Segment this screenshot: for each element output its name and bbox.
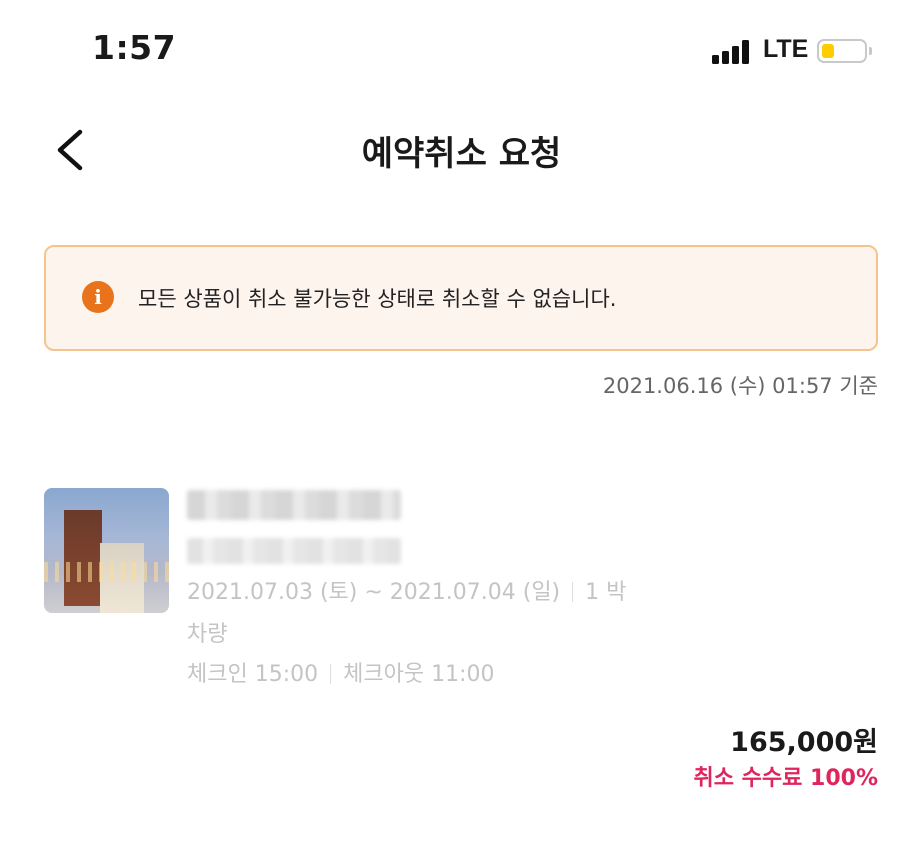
stay-dates: 2021.07.03 (토) ~ 2021.07.04 (일) — [187, 580, 561, 605]
page-title: 예약취소 요청 — [361, 134, 562, 174]
hotel-thumbnail — [44, 488, 169, 613]
cancellation-fee: 취소 수수료 100% — [693, 766, 879, 791]
info-icon: i — [82, 281, 114, 313]
checkout-time: 체크아웃 11:00 — [343, 662, 495, 687]
status-time: 1:57 — [92, 28, 177, 67]
network-label: LTE — [763, 35, 809, 63]
notice-message: 모든 상품이 취소 불가능한 상태로 취소할 수 없습니다. — [138, 287, 617, 311]
check-times-row: 체크인 15:00 체크아웃 11:00 — [187, 656, 494, 688]
signal-icon — [712, 40, 752, 64]
reference-timestamp: 2021.06.16 (수) 01:57 기준 — [602, 374, 878, 398]
stay-nights: 1 박 — [585, 580, 627, 605]
blurred-room-name — [187, 538, 401, 564]
divider — [572, 582, 574, 602]
stay-dates-row: 2021.07.03 (토) ~ 2021.07.04 (일) 1 박 — [187, 574, 626, 606]
checkin-time: 체크인 15:00 — [187, 662, 319, 687]
option-label: 차량 — [187, 622, 228, 647]
status-bar: 1:57 LTE — [0, 0, 923, 100]
notice-banner: i 모든 상품이 취소 불가능한 상태로 취소할 수 없습니다. — [44, 245, 878, 351]
reservation-item: 2021.07.03 (토) ~ 2021.07.04 (일) 1 박 차량 체크… — [44, 488, 884, 688]
blurred-hotel-name — [187, 490, 401, 520]
header: 예약취소 요청 — [0, 100, 923, 200]
divider — [330, 664, 332, 684]
total-price: 165,000원 — [730, 727, 878, 758]
battery-icon — [817, 39, 872, 63]
